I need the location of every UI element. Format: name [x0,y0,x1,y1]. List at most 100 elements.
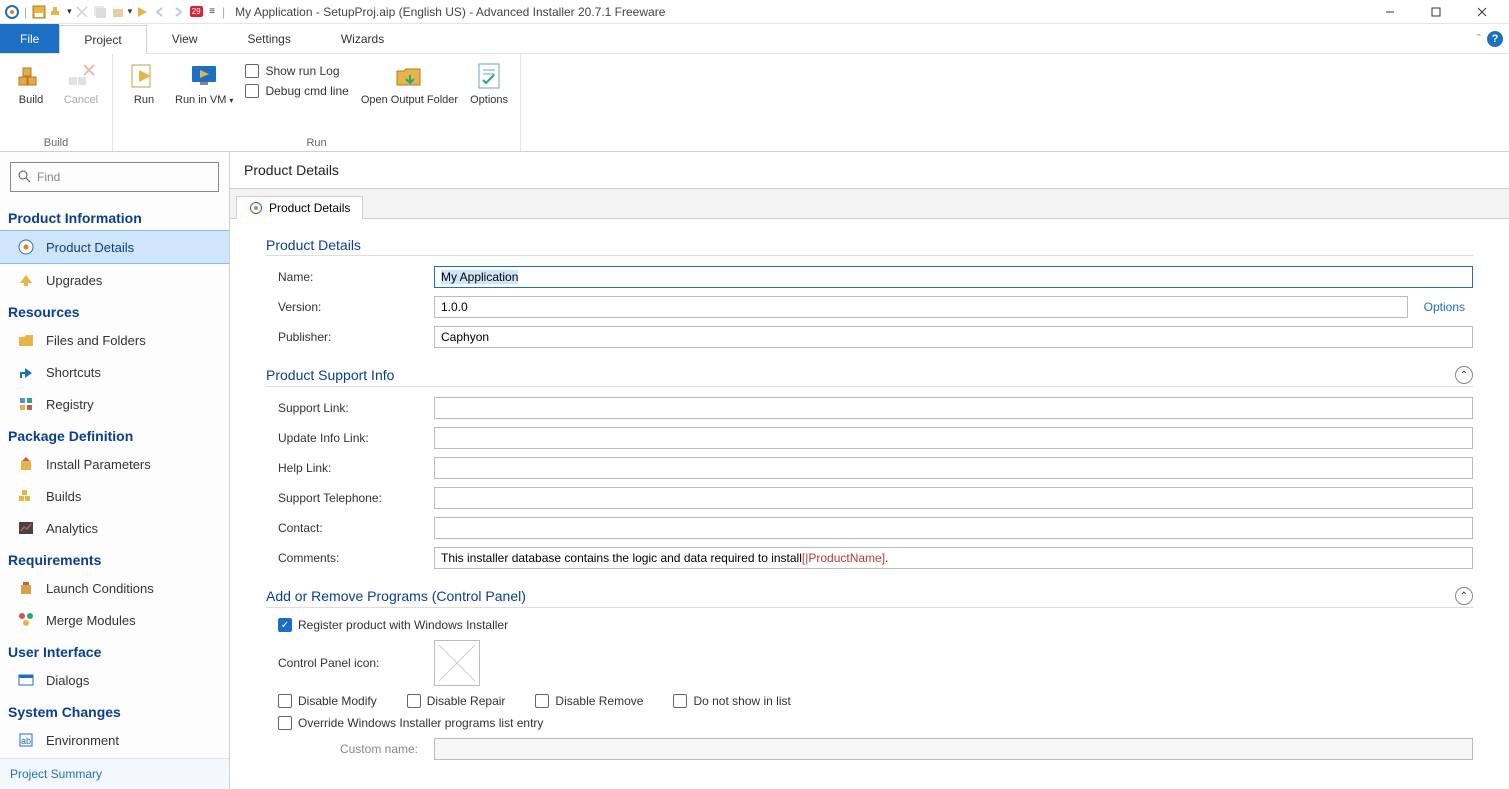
run-icon [128,60,160,92]
cut-icon[interactable] [74,4,90,20]
override-list-checkbox[interactable]: Override Windows Installer programs list… [278,716,543,730]
calendar-badge-icon[interactable]: 29 [188,4,204,20]
sidebar-item-environment[interactable]: ab Environment [0,724,229,756]
save-all-icon[interactable] [92,4,108,20]
product-details-icon [249,201,263,215]
tab-view[interactable]: View [147,24,223,53]
version-field[interactable]: 1.0.0 [434,296,1408,318]
run-icon[interactable] [134,4,150,20]
sidebar-item-product-details[interactable]: Product Details [0,230,229,264]
box-icon[interactable] [110,4,126,20]
version-label: Version: [266,300,426,314]
sidebar-item-analytics[interactable]: Analytics [0,512,229,544]
analytics-icon [16,518,36,538]
support-tel-field[interactable] [434,487,1473,509]
dropdown-caret-icon[interactable]: ▾ [128,6,133,17]
sidebar-item-upgrades[interactable]: Upgrades [0,264,229,296]
sidebar-item-registry[interactable]: Registry [0,388,229,420]
dropdown-caret-icon[interactable]: ▾ [67,6,72,17]
tab-project[interactable]: Project [59,25,146,54]
comments-label: Comments: [266,551,426,565]
back-icon[interactable] [152,4,168,20]
maximize-button[interactable] [1413,0,1459,24]
debug-cmd-line-checkbox[interactable]: Debug cmd line [245,84,348,98]
open-folder-icon [393,60,425,92]
update-link-label: Update Info Link: [266,431,426,445]
disable-modify-checkbox[interactable]: Disable Modify [278,694,377,708]
sidebar-item-builds[interactable]: Builds [0,480,229,512]
file-menu[interactable]: File [0,24,59,53]
checkbox-icon [278,716,292,730]
minimize-button[interactable] [1367,0,1413,24]
show-run-log-checkbox[interactable]: Show run Log [245,64,348,78]
disable-repair-checkbox[interactable]: Disable Repair [407,694,506,708]
ribbon: Build Cancel Build Run Run [0,54,1509,152]
update-link-field[interactable] [434,427,1473,449]
run-button[interactable]: Run [121,58,167,108]
contact-field[interactable] [434,517,1473,539]
collapse-icon[interactable]: ⌃ [1455,366,1473,384]
no-show-checkbox[interactable]: Do not show in list [673,694,790,708]
nav-section-system-changes: System Changes [0,696,229,724]
checkbox-icon [245,64,259,78]
nav-section-resources: Resources [0,296,229,324]
disable-remove-checkbox[interactable]: Disable Remove [535,694,643,708]
section-arp: Add or Remove Programs (Control Panel) ⌃ [266,587,1473,608]
sidebar-item-install-params[interactable]: Install Parameters [0,448,229,480]
custom-name-field[interactable] [434,738,1473,760]
checkbox-icon [535,694,549,708]
publisher-field[interactable]: Caphyon [434,326,1473,348]
save-icon[interactable] [31,4,47,20]
tab-wizards[interactable]: Wizards [316,24,409,53]
install-params-icon [16,454,36,474]
checkbox-icon [673,694,687,708]
sidebar-item-launch-conditions[interactable]: Launch Conditions [0,572,229,604]
close-button[interactable] [1459,0,1505,24]
sidebar: Find Product Information Product Details… [0,152,230,789]
open-output-folder-button[interactable]: Open Output Folder [357,58,462,108]
name-label: Name: [266,270,426,284]
name-field[interactable]: My Application [434,266,1473,288]
run-in-vm-button[interactable]: Run in VM ▾ [171,58,237,109]
sidebar-item-merge-modules[interactable]: Merge Modules [0,604,229,636]
build-button[interactable]: Build [8,58,54,108]
help-button[interactable]: ? [1487,31,1503,47]
collapse-icon[interactable]: ⌃ [1455,587,1473,605]
comments-field[interactable]: This installer database contains the log… [434,547,1473,569]
project-summary-link[interactable]: Project Summary [0,758,229,789]
support-tel-label: Support Telephone: [266,491,426,505]
build-icon [15,60,47,92]
sidebar-item-shortcuts[interactable]: Shortcuts [0,356,229,388]
help-link-field[interactable] [434,457,1473,479]
qat-customize-icon[interactable]: ≡ [209,6,215,17]
register-product-checkbox[interactable]: ✓ Register product with Windows Installe… [278,618,508,632]
sidebar-item-files-folders[interactable]: Files and Folders [0,324,229,356]
window-title: My Application - SetupProj.aip (English … [235,5,665,19]
nav-section-package-def: Package Definition [0,420,229,448]
separator: | [222,5,225,19]
content-area: Product Details Product Details Product … [230,152,1509,789]
builds-icon[interactable] [49,4,65,20]
options-button[interactable]: Options [466,58,512,108]
form-pane[interactable]: Product Details Name: My Application Ver… [230,219,1509,789]
cancel-button: Cancel [58,58,104,108]
checkbox-icon [245,84,259,98]
nav-tree: Product Information Product Details Upgr… [0,202,229,758]
folder-icon [16,330,36,350]
ribbon-group-run: Run Run in VM ▾ Show run Log Debug cmd l… [113,54,521,151]
tab-product-details[interactable]: Product Details [236,196,363,219]
cancel-icon [65,60,97,92]
collapse-ribbon-icon[interactable]: ˆ [1477,32,1481,46]
version-options-link[interactable]: Options [1416,300,1473,314]
environment-icon: ab [16,730,36,750]
control-panel-icon-picker[interactable] [434,640,480,686]
tab-settings[interactable]: Settings [223,24,316,53]
upgrades-icon [16,270,36,290]
forward-icon[interactable] [170,4,186,20]
support-link-label: Support Link: [266,401,426,415]
sidebar-item-dialogs[interactable]: Dialogs [0,664,229,696]
support-link-field[interactable] [434,397,1473,419]
options-icon [473,60,505,92]
builds-icon [16,486,36,506]
search-input[interactable]: Find [10,162,219,192]
